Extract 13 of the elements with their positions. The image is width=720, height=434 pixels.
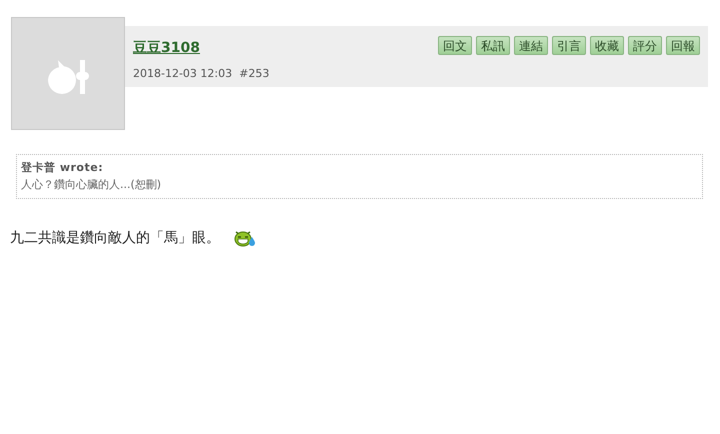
action-button[interactable]: 回報 xyxy=(666,36,700,55)
action-button[interactable]: 回文 xyxy=(438,36,472,55)
action-button[interactable]: 連結 xyxy=(514,36,548,55)
action-button[interactable]: 評分 xyxy=(628,36,662,55)
action-button[interactable]: 私訊 xyxy=(476,36,510,55)
post-text: 九二共識是鑽向敵人的「馬」眼。 xyxy=(10,229,220,247)
quote-author: 登卡普 wrote: xyxy=(21,160,104,175)
action-button[interactable]: 收藏 xyxy=(590,36,624,55)
smiley-icon xyxy=(234,229,256,247)
post-meta: 2018-12-03 12:03 #253 xyxy=(133,67,270,80)
action-button[interactable]: 引言 xyxy=(552,36,586,55)
quote-text: 人心？鑽向心臟的人...(恕刪) xyxy=(21,177,162,192)
author-link[interactable]: 豆豆3108 xyxy=(133,40,200,56)
